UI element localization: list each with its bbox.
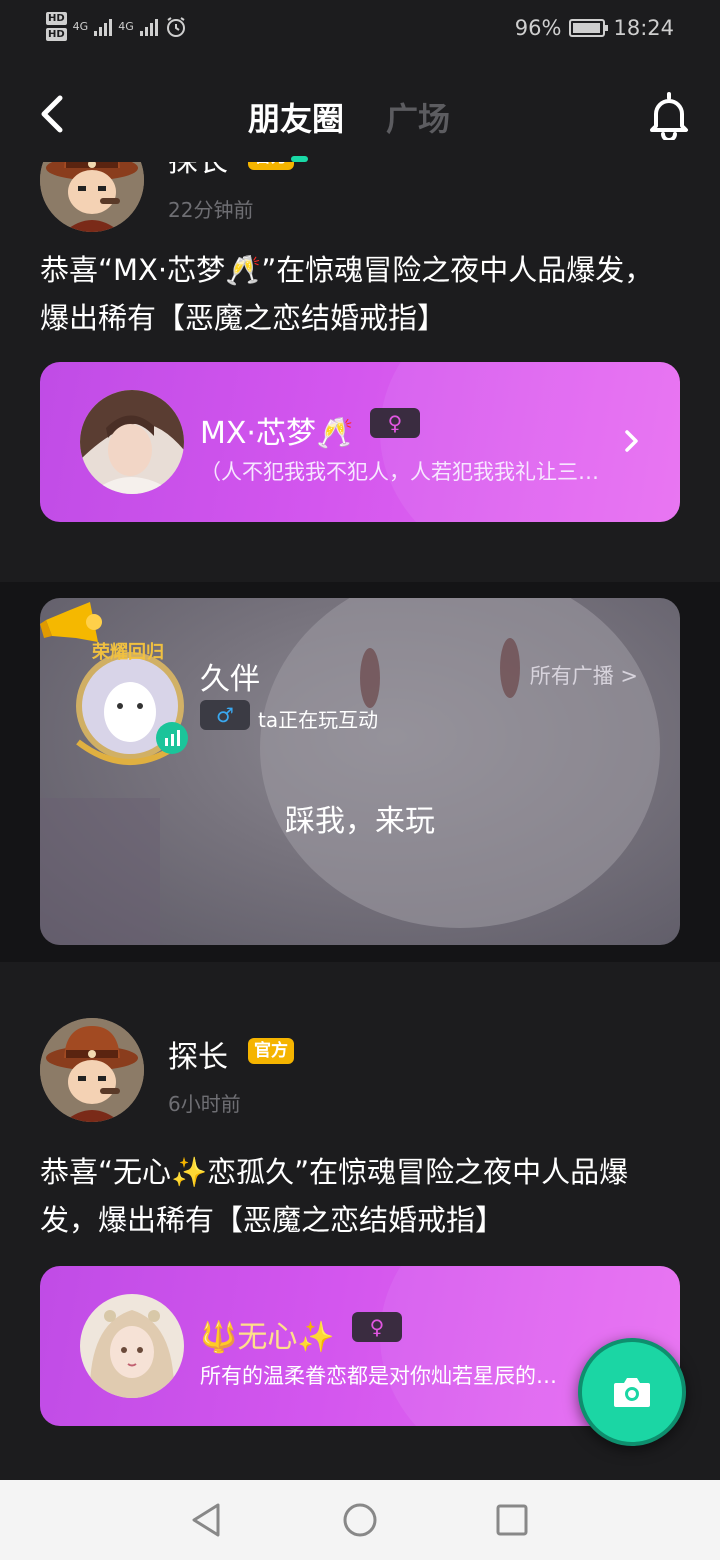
system-nav-bar (0, 1480, 720, 1560)
camera-icon (614, 1378, 650, 1407)
nav-recents-icon[interactable] (492, 1500, 532, 1540)
gender-symbol: ♂ (216, 703, 234, 727)
user-card[interactable]: MX·芯梦🥂 ♀ （人不犯我我不犯人，人若犯我我礼让三分） (40, 362, 680, 522)
tab-square[interactable]: 广场 (386, 94, 450, 140)
post-time: 6小时前 (168, 1092, 241, 1116)
official-badge: 官方 (248, 162, 294, 170)
tab-moments[interactable]: 朋友圈 (248, 94, 344, 140)
feed[interactable]: 探长 官方 22分钟前 恭喜“MX·芯梦🥂”在惊魂冒险之夜中人品爆发，爆出稀有【… (0, 162, 720, 1480)
megaphone-icon (40, 602, 102, 642)
audio-live-icon (156, 722, 188, 754)
author-name[interactable]: 探长 (168, 162, 228, 180)
broadcast-status: ta正在玩互动 (258, 708, 379, 732)
nav-back-icon[interactable] (186, 1500, 226, 1540)
signal-icon (94, 18, 113, 36)
top-header: 朋友圈 广场 (0, 62, 720, 162)
user-avatar (80, 1294, 184, 1398)
hd-indicator-1: HD (46, 12, 67, 25)
tab-indicator (291, 156, 308, 162)
status-bar: HD HD 4G 4G 96% 18:24 (0, 0, 720, 62)
author-avatar[interactable] (40, 162, 144, 232)
post-moment-button[interactable] (578, 1338, 686, 1446)
post-text: 恭喜“无心✨恋孤久”在惊魂冒险之夜中人品爆发，爆出稀有【恶魔之恋结婚戒指】 (40, 1155, 629, 1237)
user-card-signature: （人不犯我我不犯人，人若犯我我礼让三分） (200, 460, 600, 484)
chevron-right-icon (625, 430, 638, 452)
gender-symbol: ♀ (387, 411, 403, 435)
nav-home-icon[interactable] (340, 1500, 380, 1540)
signal-icon (139, 18, 158, 36)
clock: 18:24 (613, 16, 674, 40)
post-item: 探长 官方 22分钟前 恭喜“MX·芯梦🥂”在惊魂冒险之夜中人品爆发，爆出稀有【… (0, 162, 720, 582)
male-icon: ♂ (200, 700, 250, 730)
all-broadcasts-link[interactable]: 所有广播 > (530, 660, 638, 690)
user-card-name: MX·芯梦🥂 (200, 416, 354, 451)
female-icon: ♀ (370, 408, 420, 438)
broadcast-user-name: 久伴 (200, 662, 260, 697)
broadcast-section: 荣耀回归 久伴 所有广播 > ♂ ta正在玩互动 踩我，来玩 (0, 582, 720, 962)
gender-symbol: ♀ (369, 1315, 385, 1339)
post-text: 恭喜“MX·芯梦🥂”在惊魂冒险之夜中人品爆发，爆出稀有【恶魔之恋结婚戒指】 (40, 253, 654, 335)
status-right: 96% 18:24 (515, 16, 674, 40)
author-name[interactable]: 探长 (168, 1032, 228, 1076)
bell-icon[interactable] (646, 90, 692, 140)
battery-percent: 96% (514, 16, 562, 40)
broadcast-message: 踩我，来玩 (285, 804, 435, 839)
user-card-name: 🔱无心✨ (200, 1320, 335, 1355)
author-avatar[interactable] (40, 1018, 144, 1122)
official-badge: 官方 (248, 1038, 294, 1064)
broadcast-card[interactable]: 荣耀回归 久伴 所有广播 > ♂ ta正在玩互动 踩我，来玩 (40, 598, 680, 945)
network-type-1: 4G (72, 20, 89, 33)
user-avatar (80, 390, 184, 494)
battery-icon (569, 19, 609, 37)
female-icon: ♀ (352, 1312, 402, 1342)
status-left: HD HD 4G 4G (46, 12, 188, 41)
back-arrow-icon[interactable] (34, 92, 74, 136)
network-type-2: 4G (118, 20, 134, 33)
alarm-icon (166, 16, 185, 37)
hd-indicator-2: HD (46, 28, 67, 41)
user-card-signature: 所有的温柔眷恋都是对你灿若星辰的回应 (200, 1364, 576, 1388)
post-time: 22分钟前 (168, 198, 254, 222)
